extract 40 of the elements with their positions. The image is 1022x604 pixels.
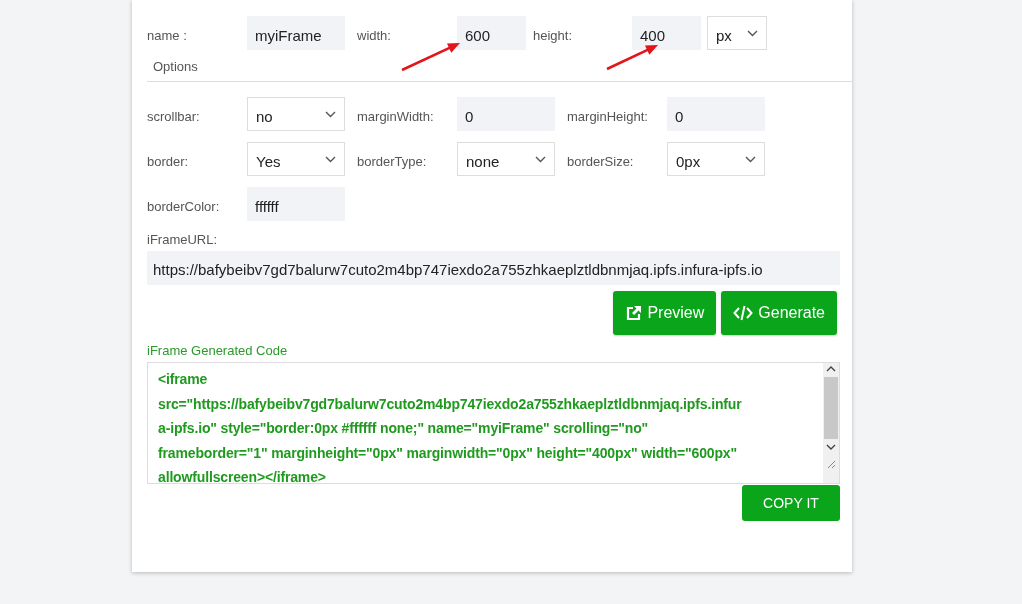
chevron-down-icon bbox=[535, 155, 546, 163]
url-field[interactable]: https://bafybeibv7gd7balurw7cuto2m4bp747iexdo2a755zhkaeplztldbnmjaq.ipfs.infura-ipfs.io bbox=[147, 251, 840, 285]
dropdown[interactable]: no bbox=[247, 97, 345, 131]
code-line: src="https://bafybeibv7gd7balurw7cuto2m4bp747iexdo2a755zhkaeplztldbnmjaq.ipfs.infur bbox=[158, 394, 743, 414]
dropdown[interactable]: 0px bbox=[667, 142, 765, 176]
chevron-down-icon bbox=[745, 155, 756, 163]
input-field[interactable]: 600 bbox=[457, 16, 526, 50]
field-label: borderSize: bbox=[567, 153, 635, 169]
input-field[interactable]: myiFrame bbox=[247, 16, 345, 50]
chevron-down-icon bbox=[325, 155, 336, 163]
field-label: border: bbox=[147, 153, 190, 169]
code-line: allowfullscreen></iframe> bbox=[158, 468, 327, 483]
field-label: height: bbox=[533, 27, 574, 43]
field-label: iFrameURL: bbox=[147, 232, 219, 247]
field-label: width: bbox=[357, 27, 392, 43]
code-textarea[interactable] bbox=[147, 362, 840, 484]
input-field[interactable]: 0 bbox=[457, 97, 555, 131]
section-title: Options bbox=[153, 59, 199, 74]
code-line: a-ipfs.io" style="border:0px #ffffff none;" name="myiFrame" scrolling="no" bbox=[158, 419, 650, 438]
dropdown[interactable]: none bbox=[457, 142, 555, 176]
field-label: iFrame Generated Code bbox=[147, 343, 289, 358]
resize-grip-icon[interactable] bbox=[826, 459, 836, 469]
field-label: name : bbox=[147, 27, 188, 43]
code-icon bbox=[733, 305, 754, 321]
field-label: marginWidth: bbox=[357, 108, 435, 124]
input-field[interactable]: 0 bbox=[667, 97, 765, 131]
dropdown[interactable]: Yes bbox=[247, 142, 345, 176]
chevron-down-icon bbox=[747, 29, 758, 37]
field-label: scrollbar: bbox=[147, 108, 201, 124]
code-line: <iframe bbox=[158, 370, 209, 389]
chevron-down-icon bbox=[325, 110, 336, 118]
field-label: borderType: bbox=[357, 153, 428, 169]
code-line: frameborder="1" marginheight="0px" marginwidth="0px" height="400px" width="600px" bbox=[158, 443, 738, 463]
scrollbar[interactable] bbox=[823, 363, 839, 483]
input-field[interactable]: ffffff bbox=[247, 187, 345, 221]
field-label: marginHeight: bbox=[567, 108, 649, 124]
external-link-icon bbox=[625, 304, 643, 322]
dropdown[interactable]: px bbox=[707, 16, 767, 50]
field-label: borderColor: bbox=[147, 198, 221, 214]
input-field[interactable]: 400 bbox=[632, 16, 701, 50]
